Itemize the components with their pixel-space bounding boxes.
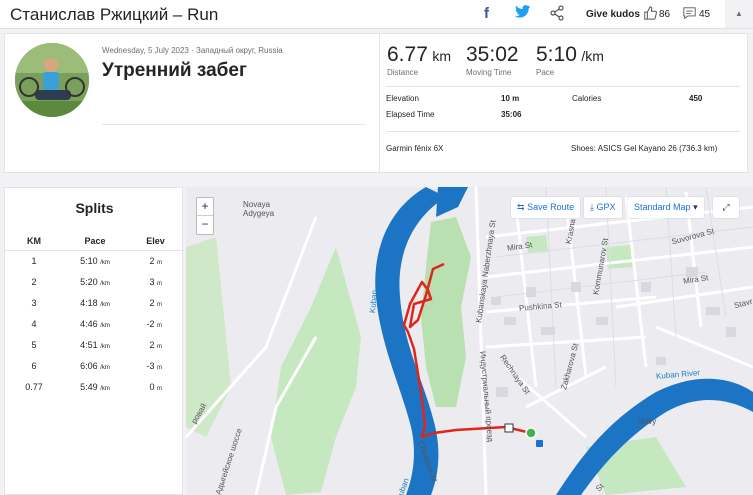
splits-panel: Splits KM Pace Elev 1 5:10 /km 2 m 2 5:2…: [4, 187, 184, 495]
split-km: 1: [31, 255, 37, 266]
calories-label: Calories: [572, 94, 602, 103]
column-header-elev: Elev: [127, 232, 184, 251]
split-km: 5: [31, 339, 37, 350]
column-header-pace: Pace: [63, 232, 127, 251]
elapsed-time-label: Elapsed Time: [386, 110, 435, 119]
stat-unit: km: [432, 48, 451, 64]
split-pace: 4:51 /km: [80, 339, 110, 350]
table-row[interactable]: 0.77 5:49 /km 0 m: [5, 376, 184, 397]
split-elev: 0 m: [149, 381, 162, 392]
stat-pace: 5:10 /km Pace: [536, 43, 604, 77]
route-icon: ⇆: [517, 202, 525, 212]
split-km: 6: [31, 360, 37, 371]
stat-distance: 6.77 km Distance: [387, 43, 451, 77]
split-elev: 2 m: [149, 255, 162, 266]
route-map[interactable]: Novaya Adygeya Mira St Krasna Kommunarov…: [186, 187, 753, 495]
divider: [102, 124, 365, 125]
splits-title: Splits: [75, 200, 114, 216]
stat-value: 6.77: [387, 43, 428, 66]
split-pace: 5:10 /km: [80, 255, 110, 266]
split-km: 2: [31, 276, 37, 287]
stat-value: 5:10: [536, 43, 577, 66]
stat-label: Moving Time: [466, 68, 512, 77]
split-km: 4: [31, 318, 37, 329]
activity-date-location: Wednesday, 5 July 2023 · Западный округ,…: [102, 46, 283, 55]
elapsed-time-value: 35:06: [501, 110, 522, 119]
table-row[interactable]: 4 4:46 /km -2 m: [5, 313, 184, 334]
page-title: Станислав Ржицкий – Run: [10, 5, 219, 24]
device-name: Garmin fēnix 6X: [386, 144, 444, 153]
split-pace: 5:49 /km: [80, 381, 110, 392]
divider: [386, 131, 740, 132]
split-elev: -2 m: [146, 318, 162, 329]
split-pace: 4:46 /km: [80, 318, 110, 329]
split-pace: 5:20 /km: [80, 276, 110, 287]
table-header-row: KM Pace Elev: [5, 232, 184, 251]
activity-summary-card: Wednesday, 5 July 2023 · Западный округ,…: [4, 33, 748, 173]
avatar[interactable]: [15, 43, 89, 117]
kudos-count: 86: [659, 9, 671, 20]
save-route-button[interactable]: ⇆ Save Route: [511, 197, 581, 218]
activity-topbar: Станислав Ржицкий – Run f Give kudos 86 …: [0, 0, 753, 29]
give-kudos-button[interactable]: Give kudos: [586, 9, 640, 20]
table-row[interactable]: 1 5:10 /km 2 m: [5, 250, 184, 271]
thumbs-up-icon[interactable]: [643, 6, 657, 25]
bus-stop-icon: [536, 440, 543, 447]
split-elev: -3 m: [146, 360, 162, 371]
split-km: 0.77: [25, 381, 43, 392]
table-row[interactable]: 2 5:20 /km 3 m: [5, 271, 184, 292]
split-pace: 6:06 /km: [80, 360, 110, 371]
calories-value: 450: [689, 94, 703, 103]
stat-moving-time: 35:02 Moving Time: [466, 43, 519, 77]
divider: [386, 86, 740, 87]
chevron-up-icon[interactable]: ▲: [725, 0, 753, 28]
split-elev: 2 m: [149, 297, 162, 308]
gpx-download-button[interactable]: ⤓ GPX: [584, 197, 622, 218]
map-canvas[interactable]: [186, 187, 753, 495]
shoes-info[interactable]: Shoes: ASICS Gel Kayano 26 (736.3 km): [571, 144, 717, 153]
map-type-select[interactable]: Standard Map ▾: [628, 197, 704, 218]
save-route-label: Save Route: [527, 202, 575, 212]
split-elev: 2 m: [149, 339, 162, 350]
split-elev: 3 m: [149, 276, 162, 287]
table-row[interactable]: 5 4:51 /km 2 m: [5, 334, 184, 355]
facebook-icon[interactable]: f: [484, 5, 489, 22]
split-pace: 4:18 /km: [80, 297, 110, 308]
zoom-out-button[interactable]: −: [197, 216, 213, 234]
splits-table: KM Pace Elev 1 5:10 /km 2 m 2 5:20 /km 3…: [5, 232, 184, 397]
share-icon[interactable]: [549, 5, 565, 26]
zoom-controls: + −: [196, 197, 214, 235]
zoom-in-button[interactable]: +: [197, 198, 213, 216]
map-label-novaya: Novaya: [243, 200, 271, 209]
activity-name[interactable]: Утренний забег: [102, 60, 247, 82]
table-row[interactable]: 3 4:18 /km 2 m: [5, 292, 184, 313]
elevation-label: Elevation: [386, 94, 419, 103]
comment-icon[interactable]: [683, 7, 696, 25]
map-type-label: Standard Map: [634, 202, 691, 212]
elevation-value: 10 m: [501, 94, 520, 103]
divider: [379, 34, 380, 172]
stat-unit: /km: [581, 48, 604, 64]
fullscreen-icon[interactable]: ⤢: [713, 197, 739, 218]
split-km: 3: [31, 297, 37, 308]
start-marker-icon: [525, 427, 537, 439]
finish-flag-icon: [504, 423, 514, 433]
caret-down-icon: ▾: [693, 202, 698, 212]
map-label-novy: Novy: [638, 417, 657, 426]
gpx-label: GPX: [596, 202, 616, 212]
stat-label: Pace: [536, 68, 555, 77]
map-label-adygeya: Adygeya: [243, 209, 275, 218]
stat-label: Distance: [387, 68, 419, 77]
table-row[interactable]: 6 6:06 /km -3 m: [5, 355, 184, 376]
twitter-icon[interactable]: [515, 5, 531, 24]
comment-count: 45: [699, 9, 711, 20]
column-header-km: KM: [5, 232, 63, 251]
download-icon: ⤓: [590, 202, 594, 212]
stat-value: 35:02: [466, 43, 519, 66]
